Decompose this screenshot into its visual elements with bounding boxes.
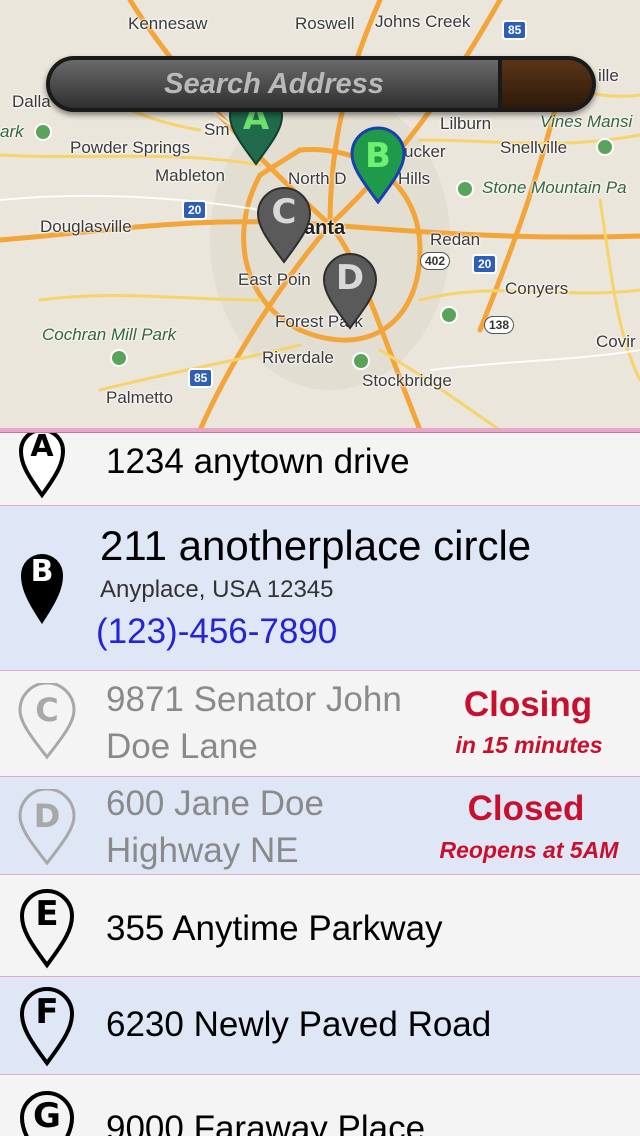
location-pin-f: F [18, 987, 76, 1067]
map-label-lilburn: Lilburn [440, 114, 492, 133]
location-phone-link[interactable]: (123)-456-7890 [96, 612, 337, 652]
search-button[interactable] [502, 60, 592, 108]
pin-letter: D [335, 258, 365, 298]
location-address-line2: Doe Lane [106, 727, 258, 766]
status-label: Closing [463, 685, 593, 724]
pin-letter: G [33, 1096, 61, 1136]
location-row-c[interactable]: C 9871 Senator John Doe Lane Closing in … [0, 671, 640, 777]
location-address: 355 Anytime Parkway [106, 909, 443, 948]
location-row-d[interactable]: D 600 Jane Doe Highway NE Closed Reopens… [0, 777, 640, 875]
map-label-covington: Covir [596, 332, 636, 351]
park-icon [440, 306, 458, 324]
map-label-conyers: Conyers [505, 279, 569, 298]
status-detail: Reopens at 5AM [439, 837, 619, 863]
pin-letter: E [35, 894, 59, 934]
map-label-dallas: Dalla [12, 92, 51, 111]
pin-letter: B [365, 136, 391, 176]
location-pin-e: E [18, 889, 76, 969]
search-bar [46, 56, 596, 112]
map-label-redan: Redan [430, 230, 481, 249]
park-icon [34, 123, 52, 141]
status-detail: in 15 minutes [455, 732, 603, 758]
location-city: Anyplace, USA 12345 [100, 576, 334, 603]
map-label-stockbridge: Stockbridge [362, 371, 452, 390]
map-view[interactable]: Kennesaw Roswell Johns Creek Dalla ark P… [0, 0, 640, 430]
location-pin-b: B [18, 550, 66, 628]
location-address: 6230 Newly Paved Road [106, 1005, 492, 1044]
park-icon [596, 138, 614, 156]
pin-letter: F [35, 992, 59, 1032]
location-row-g[interactable]: G 9000 Faraway Place [0, 1075, 640, 1136]
map-label-ille: ille [598, 66, 619, 85]
location-list[interactable]: A 1234 anytown drive B 211 anotherplace … [0, 433, 640, 1136]
highway-shield: 402 [420, 252, 451, 270]
highway-shield: 138 [484, 316, 515, 334]
status-label: Closed [467, 789, 585, 828]
location-row-a[interactable]: A 1234 anytown drive [0, 433, 640, 506]
location-row-b[interactable]: B 211 anotherplace circle Anyplace, USA … [0, 506, 640, 671]
location-pin-d: D [16, 787, 78, 867]
location-address-line1: 600 Jane Doe [106, 784, 324, 823]
map-label-tucker: ucker [404, 142, 446, 161]
map-label-east-point: East Poin [238, 270, 311, 289]
pin-letter: C [35, 691, 59, 729]
location-address: 9000 Faraway Place [106, 1109, 426, 1136]
map-label-stone-mountain: Stone Mountain Pa [482, 178, 627, 197]
map-label-smyrna: Sm [204, 120, 230, 139]
map-pin-c[interactable]: C [256, 186, 312, 264]
map-pin-d[interactable]: D [322, 252, 378, 330]
location-pin-c: C [16, 681, 78, 761]
location-row-e[interactable]: E 355 Anytime Parkway [0, 875, 640, 977]
map-label-palmetto: Palmetto [106, 388, 174, 407]
map-label-snellville: Snellville [500, 138, 568, 157]
location-pin-g: G [18, 1091, 76, 1136]
map-label-kennesaw: Kennesaw [128, 14, 208, 33]
pin-letter: A [30, 433, 54, 464]
map-label-vines-mansion: Vines Mansi [540, 112, 633, 131]
location-address-line1: 9871 Senator John [106, 680, 402, 719]
search-input[interactable] [50, 60, 498, 108]
map-label-riverdale: Riverdale [262, 348, 334, 367]
highway-shield: 20 [472, 254, 498, 274]
map-label-mableton: Mableton [155, 166, 225, 185]
pin-letter: B [30, 554, 54, 589]
park-icon [110, 349, 128, 367]
map-pin-b[interactable]: B [350, 126, 406, 205]
map-label-powder-springs: Powder Springs [70, 138, 191, 157]
highway-shield: 85 [502, 20, 528, 40]
map-label-park: ark [0, 122, 24, 141]
pin-letter: D [33, 797, 61, 835]
location-pin-a: A [18, 433, 66, 499]
map-label-roswell: Roswell [295, 14, 355, 33]
map-label-johns-creek: Johns Creek [375, 12, 471, 31]
location-row-f[interactable]: F 6230 Newly Paved Road [0, 977, 640, 1075]
park-icon [456, 180, 474, 198]
map-label-douglasville: Douglasville [40, 217, 132, 236]
highway-shield: 85 [188, 368, 214, 388]
park-icon [352, 352, 370, 370]
highway-shield: 20 [182, 200, 208, 220]
location-address: 1234 anytown drive [106, 442, 410, 481]
map-label-cochran-mill-park: Cochran Mill Park [42, 325, 177, 344]
pin-letter: C [271, 192, 297, 232]
location-address-line2: Highway NE [106, 831, 299, 870]
location-address: 211 anotherplace circle [100, 522, 532, 569]
